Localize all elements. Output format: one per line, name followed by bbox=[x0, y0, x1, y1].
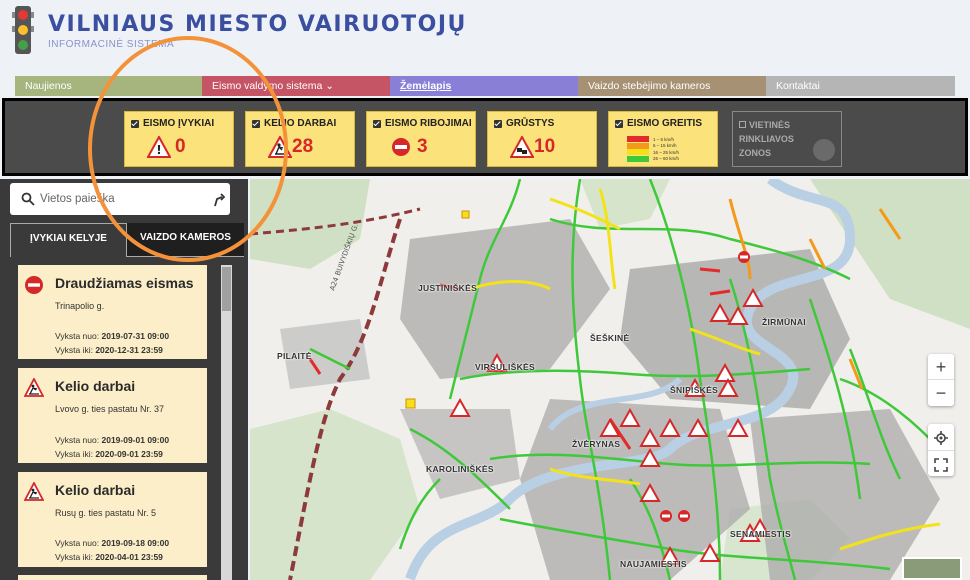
filter-traffic-speed[interactable]: EISMO GREITIS 1 – 5 km/h 6 – 15 km/h 16 … bbox=[608, 111, 718, 167]
speed-legend: 1 – 5 km/h 6 – 15 km/h 16 – 25 km/h 26 –… bbox=[627, 136, 702, 162]
event-end: Vyksta iki: 2020-09-01 23:59 bbox=[55, 449, 163, 459]
event-start: Vyksta nuo: 2019-09-18 09:00 bbox=[55, 538, 170, 548]
no-entry-icon bbox=[25, 276, 43, 294]
checkbox-icon[interactable] bbox=[131, 119, 139, 128]
tab-video-cameras[interactable]: VAIZDO KAMEROS bbox=[127, 223, 244, 257]
event-location: Rusų g. ties pastatu Nr. 5 bbox=[55, 508, 157, 518]
checkbox-icon[interactable] bbox=[739, 121, 746, 128]
map-label-naujamiestis: NAUJAMIESTIS bbox=[620, 559, 687, 569]
no-entry-icon bbox=[392, 138, 410, 156]
nav-tab-cameras[interactable]: Vaizdo stebėjimo kameros bbox=[578, 76, 766, 96]
nav-tab-contacts[interactable]: Kontaktai bbox=[766, 76, 955, 96]
event-end: Vyksta iki: 2020-12-31 23:59 bbox=[55, 345, 163, 355]
location-control bbox=[928, 424, 954, 476]
scrollbar[interactable] bbox=[221, 265, 232, 580]
checkbox-icon[interactable] bbox=[252, 119, 260, 128]
map-label-senamiestis: SENAMIESTIS bbox=[730, 529, 791, 539]
event-start: Vyksta nuo: 2019-07-31 09:00 bbox=[55, 331, 170, 341]
location-search-input[interactable] bbox=[40, 190, 200, 208]
filter-count: 28 bbox=[292, 136, 314, 157]
tab-road-events[interactable]: ĮVYKIAI KELYJE bbox=[10, 223, 127, 257]
checkbox-icon[interactable] bbox=[615, 119, 623, 128]
chevron-down-icon: ⌄ bbox=[325, 80, 335, 92]
event-location: Lvovo g. ties pastatu Nr. 37 bbox=[55, 404, 165, 414]
filter-restrictions[interactable]: EISMO RIBOJIMAI 3 bbox=[366, 111, 476, 167]
event-title: Kelio darbai bbox=[55, 378, 136, 394]
svg-text:!: ! bbox=[156, 143, 161, 157]
app-title: VILNIAUS MIESTO VAIRUOTOJŲ bbox=[48, 12, 467, 37]
filter-count: 3 bbox=[417, 136, 428, 157]
parking-zone-icon bbox=[813, 139, 835, 161]
map-label-snipiskes: ŠNIPIŠKĖS bbox=[670, 385, 719, 395]
locate-me-button[interactable] bbox=[928, 424, 954, 450]
roadwork-icon bbox=[268, 136, 292, 158]
checkbox-icon[interactable] bbox=[494, 119, 502, 128]
traffic-map[interactable]: A24 BUIVYDIŠKIŲ G. JUSTINIŠKĖS PILAITĖ Š… bbox=[250, 179, 970, 580]
map-label-justiniskes: JUSTINIŠKĖS bbox=[418, 283, 478, 293]
nav-tab-news[interactable]: Naujienos bbox=[15, 76, 202, 96]
main-nav: Naujienos Eismo valdymo sistema ⌄ Žemėla… bbox=[15, 76, 955, 96]
event-title: Draudžiamas eismas bbox=[55, 275, 194, 291]
map-label-pilaite: PILAITĖ bbox=[277, 351, 312, 361]
warning-triangle-icon: ! bbox=[147, 136, 171, 158]
event-card[interactable]: Draudžiamas eismas Trinapolio g. Vyksta … bbox=[18, 265, 207, 359]
event-title: Kelio darbai bbox=[55, 482, 136, 498]
map-label-karoliniskes: KAROLINIŠKĖS bbox=[426, 464, 494, 474]
search-icon bbox=[21, 192, 35, 206]
zoom-control: + − bbox=[928, 354, 954, 406]
zoom-in-button[interactable]: + bbox=[928, 354, 954, 380]
fullscreen-icon bbox=[934, 458, 948, 473]
fullscreen-button[interactable] bbox=[928, 450, 954, 476]
map-label-virsuliskes: VIRŠULIŠKĖS bbox=[475, 362, 535, 372]
nav-tab-traffic-control[interactable]: Eismo valdymo sistema ⌄ bbox=[202, 76, 390, 96]
checkbox-icon[interactable] bbox=[373, 119, 381, 128]
map-label-zverynas: ŽVĖRYNAS bbox=[572, 439, 621, 449]
event-card[interactable]: Kelio darbai Lvovo g. ties pastatu Nr. 3… bbox=[18, 368, 207, 463]
satellite-layer-thumbnail[interactable] bbox=[902, 557, 962, 580]
crosshair-icon bbox=[934, 431, 948, 446]
event-location: Trinapolio g. bbox=[55, 301, 105, 311]
filter-bar: EISMO ĮVYKIAI ! 0 KELIO DARBAI 28 EISMO … bbox=[2, 98, 968, 176]
filter-count: 0 bbox=[175, 136, 186, 157]
directions-icon[interactable] bbox=[212, 191, 226, 207]
left-panel: ĮVYKIAI KELYJE VAIZDO KAMEROS Draudžiama… bbox=[0, 179, 248, 580]
traffic-jam-icon bbox=[510, 136, 534, 158]
map-canvas[interactable]: A24 BUIVYDIŠKIŲ G. bbox=[250, 179, 970, 580]
filter-roadworks[interactable]: KELIO DARBAI 28 bbox=[245, 111, 355, 167]
search-box bbox=[10, 183, 230, 215]
map-label-zirmunai: ŽIRMŪNAI bbox=[762, 317, 806, 327]
event-card[interactable] bbox=[18, 575, 207, 580]
nav-tab-map[interactable]: Žemėlapis bbox=[390, 76, 578, 96]
event-end: Vyksta iki: 2020-04-01 23:59 bbox=[55, 552, 163, 562]
map-label-seskine: ŠEŠKINĖ bbox=[590, 333, 630, 343]
filter-traffic-incidents[interactable]: EISMO ĮVYKIAI ! 0 bbox=[124, 111, 234, 167]
roadwork-icon bbox=[24, 482, 44, 501]
roadwork-icon bbox=[24, 378, 44, 397]
traffic-light-logo-icon bbox=[12, 6, 34, 54]
filter-count: 10 bbox=[534, 136, 556, 157]
app-subtitle: INFORMACINĖ SISTEMA bbox=[48, 39, 175, 50]
scrollbar-thumb[interactable] bbox=[222, 267, 231, 311]
filter-traffic-jams[interactable]: GRŪSTYS 10 bbox=[487, 111, 597, 167]
event-start: Vyksta nuo: 2019-09-01 09:00 bbox=[55, 435, 170, 445]
zoom-out-button[interactable]: − bbox=[928, 380, 954, 406]
event-card[interactable]: Kelio darbai Rusų g. ties pastatu Nr. 5 … bbox=[18, 472, 207, 567]
filter-parking-zones[interactable]: VIETINĖS RINKLIAVOS ZONOS bbox=[732, 111, 842, 167]
